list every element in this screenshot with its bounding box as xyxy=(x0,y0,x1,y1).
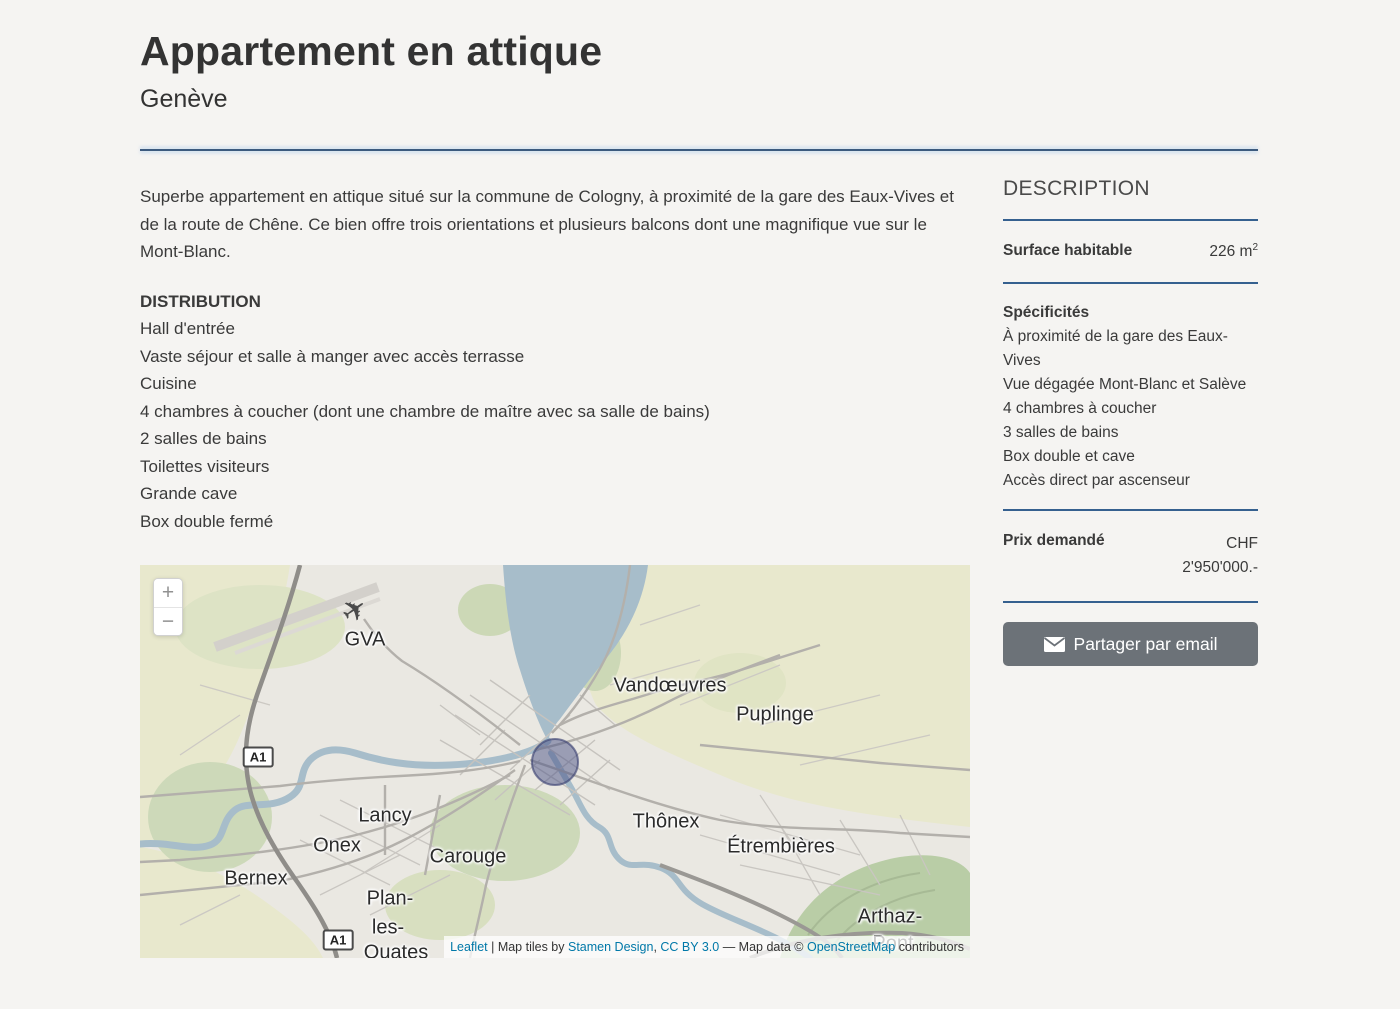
road-badge-a1: A1 xyxy=(243,747,274,768)
attribution-link[interactable]: Stamen Design xyxy=(568,940,653,954)
spec-item: Box double et cave xyxy=(1003,445,1258,469)
surface-row: Surface habitable 226 m2 xyxy=(1003,221,1258,282)
intro-paragraph: Superbe appartement en attique situé sur… xyxy=(140,183,970,266)
distribution-item: Cuisine xyxy=(140,370,970,398)
surface-label: Surface habitable xyxy=(1003,242,1132,260)
map-marker[interactable] xyxy=(532,739,578,785)
spec-item: À proximité de la gare des Eaux-Vives xyxy=(1003,325,1258,373)
price-value: CHF 2'950'000.- xyxy=(1158,532,1258,580)
header-divider xyxy=(140,149,1258,151)
attribution-link[interactable]: CC BY 3.0 xyxy=(660,940,719,954)
attribution-text: — Map data © xyxy=(719,940,807,954)
specs-list: À proximité de la gare des Eaux-VivesVue… xyxy=(1003,325,1258,493)
spec-item: 4 chambres à coucher xyxy=(1003,397,1258,421)
attribution-text: | Map tiles by xyxy=(488,940,568,954)
attribution-link[interactable]: OpenStreetMap xyxy=(807,940,895,954)
specs-section: Spécificités À proximité de la gare des … xyxy=(1003,284,1258,509)
spec-item: Accès direct par ascenseur xyxy=(1003,469,1258,493)
spec-item: Vue dégagée Mont-Blanc et Salève xyxy=(1003,373,1258,397)
attribution-link[interactable]: Leaflet xyxy=(450,940,488,954)
share-email-button[interactable]: Partager par email xyxy=(1003,622,1258,666)
price-row: Prix demandé CHF 2'950'000.- xyxy=(1003,511,1258,601)
distribution-list: Hall d'entréeVaste séjour et salle à man… xyxy=(140,315,970,535)
distribution-item: Grande cave xyxy=(140,480,970,508)
attribution-text: contributors xyxy=(895,940,964,954)
road-badge-a1: A1 xyxy=(323,930,354,951)
sidebar-divider xyxy=(1003,601,1258,603)
page-title: Appartement en attique xyxy=(140,28,1258,75)
zoom-in-button[interactable]: + xyxy=(154,579,182,607)
sidebar: DESCRIPTION Surface habitable 226 m2 Spé… xyxy=(1003,177,1258,666)
specs-heading: Spécificités xyxy=(1003,301,1258,325)
zoom-out-button[interactable]: − xyxy=(154,607,182,635)
spec-item: 3 salles de bains xyxy=(1003,421,1258,445)
distribution-item: Box double fermé xyxy=(140,508,970,536)
main-content: Superbe appartement en attique situé sur… xyxy=(140,183,970,958)
distribution-item: Toilettes visiteurs xyxy=(140,453,970,481)
distribution-item: Vaste séjour et salle à manger avec accè… xyxy=(140,343,970,371)
header: Appartement en attique Genève xyxy=(140,28,1258,114)
map-zoom-control: + − xyxy=(153,578,183,636)
distribution-item: 2 salles de bains xyxy=(140,425,970,453)
price-label: Prix demandé xyxy=(1003,532,1105,550)
page-subtitle: Genève xyxy=(140,85,1258,114)
email-icon xyxy=(1044,637,1065,652)
map[interactable]: ✈GVAVandœuvresPuplingeLancyOnexBernexCar… xyxy=(140,565,970,958)
distribution-item: Hall d'entrée xyxy=(140,315,970,343)
surface-value: 226 m2 xyxy=(1209,242,1258,261)
share-email-label: Partager par email xyxy=(1074,634,1218,655)
listing-page: Appartement en attique Genève Superbe ap… xyxy=(0,0,1400,1009)
distribution-heading: DISTRIBUTION xyxy=(140,288,970,316)
map-attribution: Leaflet | Map tiles by Stamen Design, CC… xyxy=(444,936,970,958)
distribution-item: 4 chambres à coucher (dont une chambre d… xyxy=(140,398,970,426)
sidebar-heading: DESCRIPTION xyxy=(1003,177,1258,201)
